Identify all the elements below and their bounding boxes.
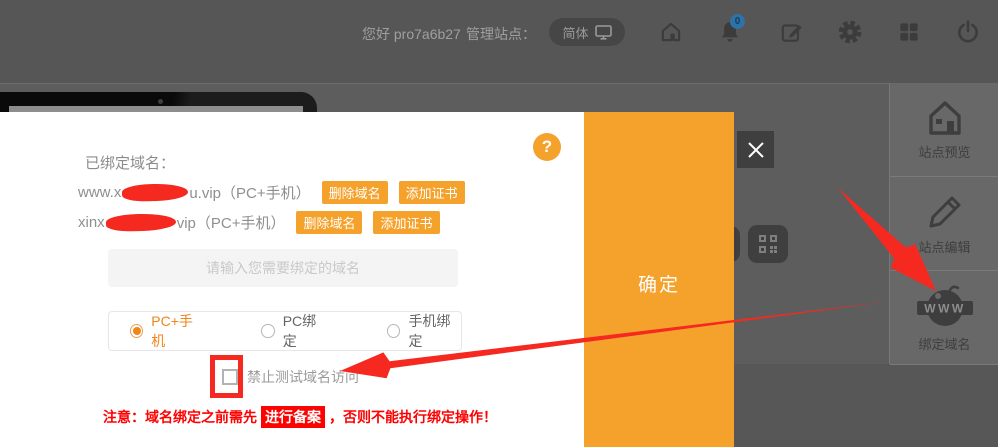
user-greeting: 您好 pro7a6b27 (362, 24, 461, 44)
apps-grid-icon[interactable] (896, 19, 922, 45)
app-canvas: 您好 pro7a6b27 管理站点： 简体 0 (0, 0, 998, 447)
radio-label: 手机绑定 (408, 311, 461, 351)
domain-text-suffix: vip（PC+手机） (177, 212, 286, 233)
domain-text-prefix: www.x (78, 184, 121, 201)
forbid-test-domain-label: 禁止测试域名访问 (247, 367, 359, 387)
delete-domain-button[interactable]: 删除域名 (296, 211, 362, 234)
sidebar: 站点预览 站点编辑 WWW 绑定域名 (889, 83, 998, 364)
topbar: 您好 pro7a6b27 管理站点： 简体 0 (0, 0, 998, 84)
forbid-test-domain-checkbox[interactable] (222, 369, 238, 385)
filing-note: 注意：域名绑定之前需先 进行备案 ，否则不能执行绑定操作！ (103, 406, 497, 428)
close-icon (745, 139, 767, 161)
bound-domain-row: xinx vip（PC+手机） 删除域名 添加证书 (78, 211, 440, 234)
radio-pc-bind[interactable]: PC绑定 (261, 311, 327, 351)
filing-link-badge[interactable]: 进行备案 (261, 406, 325, 428)
radio-unselected-icon (261, 324, 274, 338)
help-icon[interactable]: ? (533, 133, 561, 161)
notification-badge: 0 (730, 14, 745, 29)
sidebar-item-bind-domain[interactable]: WWW 绑定域名 (890, 271, 998, 365)
add-certificate-button[interactable]: 添加证书 (373, 211, 439, 234)
redaction-scribble (105, 213, 175, 232)
www-globe-icon: WWW (916, 283, 974, 329)
qr-code-icon (757, 233, 779, 255)
tablet-camera-dot (158, 99, 163, 104)
bind-domain-dialog: 已绑定域名： ? www.x u.vip（PC+手机） 删除域名 添加证书 xin… (0, 112, 584, 447)
add-certificate-button[interactable]: 添加证书 (399, 181, 465, 204)
note-suffix: ，否则不能执行绑定操作！ (329, 407, 497, 427)
power-icon[interactable] (955, 19, 981, 45)
sidebar-item-label: 站点预览 (918, 142, 970, 161)
svg-text:WWW: WWW (924, 301, 965, 315)
language-button[interactable]: 简体 (549, 18, 625, 46)
bound-domain-row: www.x u.vip（PC+手机） 删除域名 添加证书 (78, 181, 465, 204)
domain-input[interactable] (108, 249, 458, 287)
redaction-scribble (122, 183, 188, 202)
language-label: 简体 (562, 23, 588, 42)
sidebar-item-site-edit[interactable]: 站点编辑 (890, 177, 998, 271)
dimmed-backdrop (734, 364, 998, 447)
radio-selected-icon (130, 324, 143, 338)
manage-site-label: 管理站点： (466, 24, 536, 44)
qr-code-button[interactable] (748, 225, 788, 263)
close-button[interactable] (737, 131, 774, 168)
confirm-label: 确定 (638, 270, 680, 447)
radio-label: PC+手机 (151, 311, 203, 351)
forbid-test-domain-row: 禁止测试域名访问 (222, 367, 359, 387)
domain-text-suffix: u.vip（PC+手机） (189, 182, 310, 203)
radio-label: PC绑定 (283, 311, 327, 351)
bound-domains-label: 已绑定域名： (85, 152, 175, 173)
radio-pc-and-mobile[interactable]: PC+手机 (130, 311, 203, 351)
sidebar-item-label: 站点编辑 (918, 237, 970, 256)
radio-mobile-bind[interactable]: 手机绑定 (387, 311, 461, 351)
bell-icon[interactable]: 0 (717, 19, 743, 45)
confirm-button[interactable]: 确定 (584, 112, 734, 447)
edit-icon[interactable] (779, 19, 805, 45)
domain-text-prefix: xinx (78, 214, 105, 231)
delete-domain-button[interactable]: 删除域名 (322, 181, 388, 204)
bind-type-group: PC+手机 PC绑定 手机绑定 (108, 311, 462, 351)
sidebar-item-site-preview[interactable]: 站点预览 (890, 83, 998, 177)
house-icon (925, 99, 965, 137)
home-icon[interactable] (658, 19, 684, 45)
radio-unselected-icon (387, 324, 400, 338)
monitor-icon (595, 25, 612, 40)
gear-icon[interactable] (837, 19, 863, 45)
pencil-icon (925, 192, 965, 232)
sidebar-item-label: 绑定域名 (918, 334, 970, 353)
note-prefix: 注意：域名绑定之前需先 (103, 407, 257, 427)
